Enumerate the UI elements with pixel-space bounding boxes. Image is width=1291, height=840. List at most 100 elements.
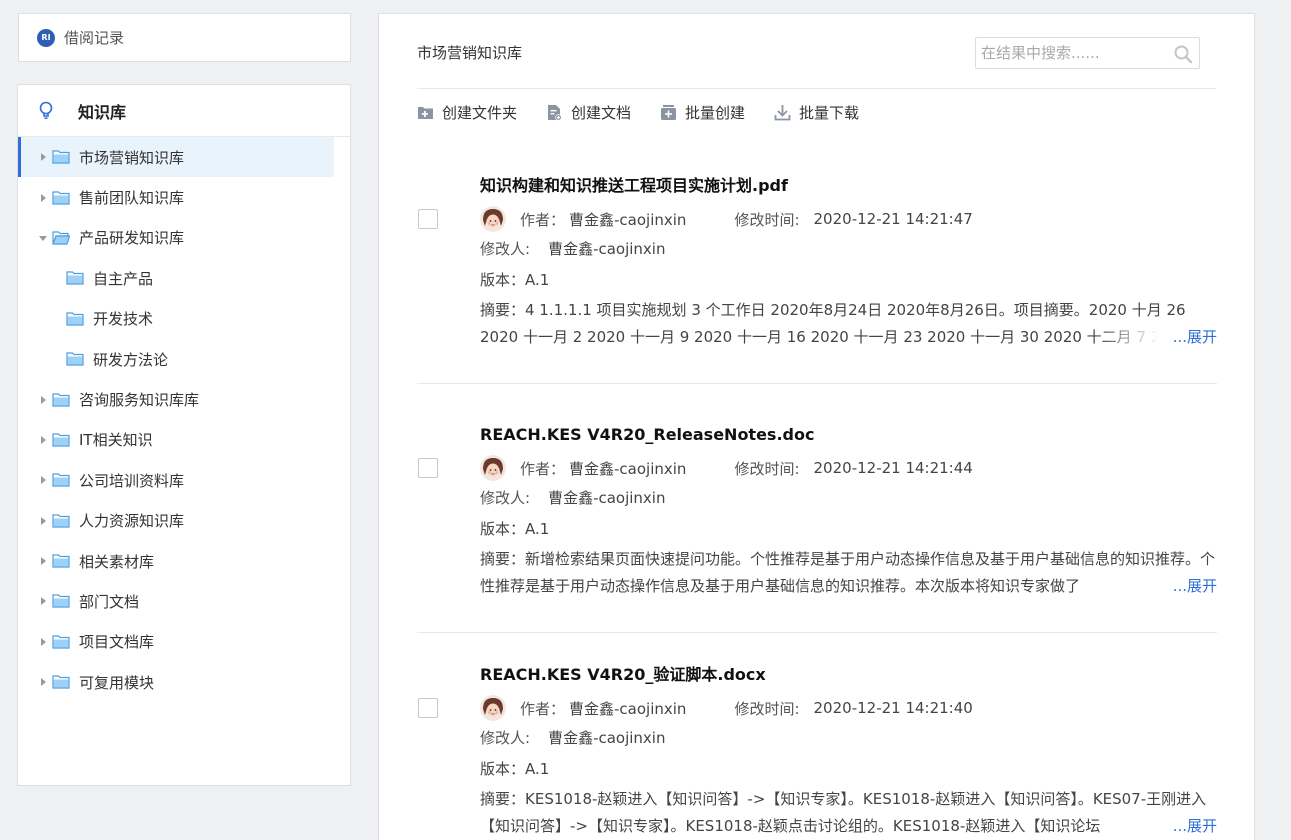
knowledge-base-title: 知识库 xyxy=(78,102,127,122)
tree-item[interactable]: 项目文档库 xyxy=(18,622,334,662)
tree-item-label: 公司培训资料库 xyxy=(79,471,185,490)
tree-item[interactable]: IT相关知识 xyxy=(18,420,334,460)
folder-icon xyxy=(52,150,70,164)
modifier-label: 修改人: xyxy=(480,489,531,507)
create-folder-label: 创建文件夹 xyxy=(442,103,518,122)
batch-create-icon xyxy=(661,104,677,120)
search-icon[interactable] xyxy=(1173,44,1193,64)
batch-create-button[interactable]: 批量创建 xyxy=(660,102,745,123)
page-title: 市场营销知识库 xyxy=(417,44,523,62)
modifier-label: 修改人: xyxy=(480,729,531,747)
folder-icon xyxy=(52,554,70,568)
result-divider xyxy=(417,632,1217,633)
create-document-label: 创建文档 xyxy=(571,103,632,122)
author-label: 作者： xyxy=(520,210,566,229)
batch-download-button[interactable]: 批量下载 xyxy=(774,102,859,123)
version: 版本：A.1 xyxy=(480,271,550,289)
result-title[interactable]: REACH.KES V4R20_ReleaseNotes.doc xyxy=(480,424,1217,446)
modified-time: 2020-12-21 14:21:44 xyxy=(813,459,973,477)
modified-time-label: 修改时间: xyxy=(734,699,800,718)
caret-right-icon[interactable] xyxy=(38,637,48,647)
borrow-record-label: 借阅记录 xyxy=(64,29,125,47)
knowledge-base-header: 知识库 xyxy=(18,85,350,137)
tree-item[interactable]: 可复用模块 xyxy=(18,662,334,702)
download-icon xyxy=(774,104,791,120)
author-label: 作者： xyxy=(520,459,566,478)
folder-icon xyxy=(52,635,70,649)
borrow-record-panel[interactable]: RI 借阅记录 xyxy=(18,13,351,62)
modified-time-label: 修改时间: xyxy=(734,210,800,229)
folder-icon xyxy=(52,675,70,689)
tree-item[interactable]: 研发方法论 xyxy=(18,339,334,379)
result-title[interactable]: REACH.KES V4R20_验证脚本.docx xyxy=(480,664,1217,686)
knowledge-base-tree: 市场营销知识库 售前团队知识库产品研发知识库自主产品开发技术 研发方法论咨询服务知识… xyxy=(18,137,350,702)
tree-item[interactable]: 公司培训资料库 xyxy=(18,460,334,500)
expand-link[interactable]: ...展开 xyxy=(1170,573,1217,600)
caret-right-icon[interactable] xyxy=(38,193,48,203)
version: 版本：A.1 xyxy=(480,760,550,778)
author-label: 作者： xyxy=(520,699,566,718)
tree-item[interactable]: 部门文档 xyxy=(18,581,334,621)
modifier-name: 曹金鑫-caojinxin xyxy=(548,489,666,507)
tree-item[interactable]: 咨询服务知识库库 xyxy=(18,379,334,419)
caret-right-icon[interactable] xyxy=(38,516,48,526)
add-folder-icon xyxy=(418,106,433,119)
tree-item-label: 相关素材库 xyxy=(79,552,155,571)
folder-icon xyxy=(66,352,84,366)
caret-right-icon[interactable] xyxy=(38,152,48,162)
avatar xyxy=(480,206,506,232)
folder-icon xyxy=(52,594,70,609)
add-document-icon xyxy=(548,104,562,121)
batch-download-label: 批量下载 xyxy=(799,103,860,122)
modifier-name: 曹金鑫-caojinxin xyxy=(548,240,666,258)
tree-item-label: 自主产品 xyxy=(93,269,154,288)
folder-icon xyxy=(52,392,70,407)
tree-item[interactable]: 售前团队知识库 xyxy=(18,177,334,217)
caret-right-icon[interactable] xyxy=(38,556,48,566)
author-name: 曹金鑫-caojinxin xyxy=(569,699,687,718)
result-checkbox[interactable] xyxy=(418,209,438,229)
modifier-name: 曹金鑫-caojinxin xyxy=(548,729,666,747)
folder-open-icon xyxy=(52,231,70,245)
result-checkbox[interactable] xyxy=(418,458,438,478)
avatar xyxy=(480,455,506,481)
result-checkbox[interactable] xyxy=(418,698,438,718)
tree-item[interactable]: 相关素材库 xyxy=(18,541,334,581)
caret-right-icon[interactable] xyxy=(38,677,48,687)
caret-right-icon[interactable] xyxy=(38,475,48,485)
knowledge-base-panel: 知识库 市场营销知识库 售前团队知识库产品研发知识库自主产品开发技术 研发方法论咨询… xyxy=(17,84,351,786)
search-box[interactable] xyxy=(975,37,1200,69)
tree-item[interactable]: 自主产品 xyxy=(18,258,334,298)
tree-item[interactable]: 市场营销知识库 xyxy=(18,137,334,178)
summary-block: 摘要：4 1.1.1.1 项目实施规划 3 个工作日 2020年8月24日 20… xyxy=(480,297,1217,351)
expand-link[interactable]: ...展开 xyxy=(1170,813,1217,840)
batch-create-label: 批量创建 xyxy=(685,103,746,122)
folder-icon xyxy=(66,312,84,326)
caret-right-icon[interactable] xyxy=(38,435,48,445)
version: 版本：A.1 xyxy=(480,520,550,538)
tree-item-label: 咨询服务知识库库 xyxy=(79,391,200,410)
folder-icon xyxy=(66,271,84,285)
caret-right-icon[interactable] xyxy=(38,596,48,606)
caret-down-icon[interactable] xyxy=(38,233,48,243)
search-input[interactable] xyxy=(981,44,1166,62)
create-folder-button[interactable]: 创建文件夹 xyxy=(417,102,517,123)
expand-link[interactable]: ...展开 xyxy=(1170,324,1217,351)
main-content: 市场营销知识库 创建文件夹 xyxy=(378,13,1255,840)
tree-item-label: 售前团队知识库 xyxy=(79,189,185,208)
toolbar: 创建文件夹 创建文档 批量创建 批量下载 xyxy=(417,101,888,123)
tree-item[interactable]: 开发技术 xyxy=(18,299,334,339)
create-document-button[interactable]: 创建文档 xyxy=(546,102,631,123)
modified-time-label: 修改时间: xyxy=(734,459,800,478)
folder-icon xyxy=(52,473,70,487)
caret-right-icon[interactable] xyxy=(38,395,48,405)
summary-text: 摘要：4 1.1.1.1 项目实施规划 3 个工作日 2020年8月24日 20… xyxy=(480,301,1189,346)
tree-item-label: 人力资源知识库 xyxy=(79,512,185,531)
folder-icon xyxy=(52,514,70,528)
tree-item[interactable]: 人力资源知识库 xyxy=(18,501,334,541)
avatar xyxy=(480,695,506,721)
tree-item-label: 市场营销知识库 xyxy=(79,148,185,167)
summary-block: 摘要：新增检索结果页面快速提问功能。个性推荐是基于用户动态操作信息及基于用户基础… xyxy=(480,546,1217,600)
tree-item[interactable]: 产品研发知识库 xyxy=(18,218,334,258)
result-title[interactable]: 知识构建和知识推送工程项目实施计划.pdf xyxy=(480,175,1217,197)
